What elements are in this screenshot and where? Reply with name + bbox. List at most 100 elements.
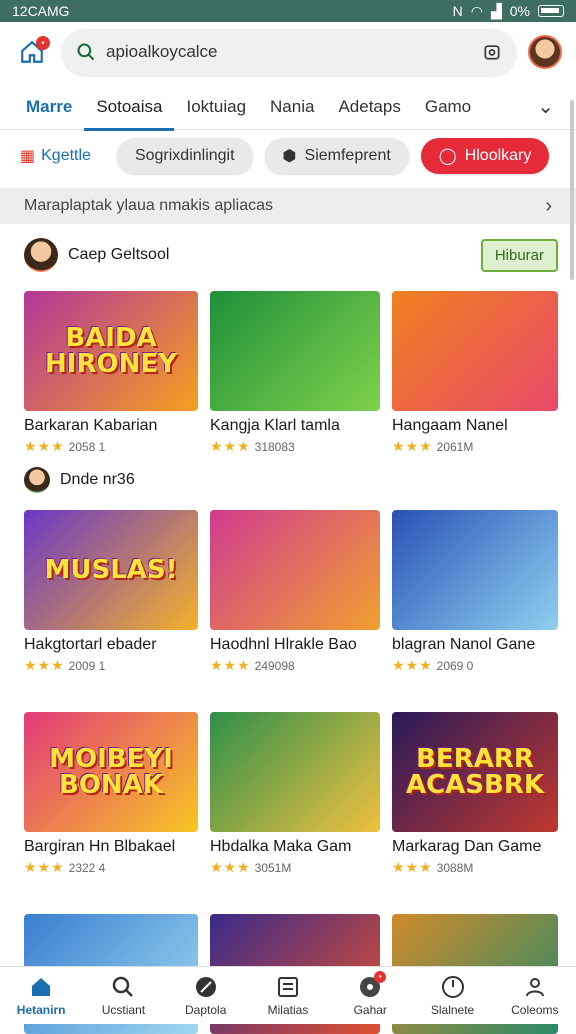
- wifi-icon: ◠: [470, 2, 483, 19]
- chip-link[interactable]: ▦ Kgettle: [20, 146, 91, 166]
- more-tabs-icon[interactable]: ⌄: [525, 84, 576, 130]
- compass-icon: [195, 976, 216, 997]
- game-meta: 2069 0: [436, 658, 474, 673]
- thumbnail-art-text: BERARR ACASBRK: [405, 744, 545, 800]
- chevron-right-icon: ›: [545, 194, 552, 217]
- camera-icon[interactable]: [482, 42, 502, 62]
- game-grid-2: MUSLAS! Hakgtortarl ebader ★★★ 2009 1 Haodhn…: [24, 510, 558, 674]
- star-icon: ★★★: [210, 438, 251, 454]
- nav-games[interactable]: • Gahar: [334, 970, 406, 1017]
- status-bar: 12CAMG N ◠ ▟ 0%: [0, 0, 576, 22]
- nav-stats-label: Slalnete: [430, 1002, 475, 1017]
- nav-library[interactable]: Milatias: [252, 975, 324, 1017]
- game-rating: ★★★ 318083: [210, 438, 380, 455]
- list-icon: [277, 976, 298, 997]
- tag-icon: ⬢: [282, 148, 297, 165]
- home-button[interactable]: •: [14, 34, 50, 70]
- scrollbar[interactable]: [570, 100, 574, 280]
- game-thumbnail[interactable]: MOIBEYI BONAK: [24, 712, 198, 832]
- signal-icon: ▟: [490, 2, 502, 19]
- category-tabs: Marre Sotoaisa Ioktuiag Nania Adetaps Ga…: [0, 84, 576, 131]
- game-grid-3: MOIBEYI BONAK Bargiran Hn Blbakael ★★★ 2322…: [24, 712, 558, 876]
- game-meta: 249098: [254, 658, 295, 673]
- star-icon: ★★★: [210, 657, 251, 673]
- nav-stats[interactable]: Slalnete: [417, 975, 489, 1017]
- chip-3[interactable]: ◯ Hloolkary: [420, 138, 550, 174]
- tab-selected[interactable]: Sotoaisa: [84, 84, 175, 131]
- game-meta: 2061M: [436, 439, 474, 454]
- nav-profile-label: Coleoms: [511, 1002, 559, 1017]
- game-card[interactable]: MUSLAS! Hakgtortarl ebader ★★★ 2009 1: [24, 510, 198, 674]
- tab-4[interactable]: Nania: [258, 84, 326, 130]
- game-rating: ★★★ 2069 0: [392, 657, 558, 674]
- battery-icon: [538, 5, 564, 17]
- top-bar: •: [0, 22, 576, 82]
- game-rating: ★★★ 2058 1: [24, 438, 198, 455]
- status-icons: N ◠ ▟ 0%: [453, 3, 564, 20]
- status-time: 12CAMG: [12, 3, 70, 19]
- game-card[interactable]: Hbdalka Maka Gam ★★★ 3051M: [210, 712, 380, 876]
- search-bar[interactable]: [62, 29, 516, 75]
- game-title: blagran Nanol Gane: [392, 636, 536, 653]
- star-icon: ★★★: [24, 438, 65, 454]
- game-thumbnail[interactable]: [392, 510, 558, 630]
- game-meta: 3088M: [436, 860, 474, 875]
- tab-home[interactable]: Marre: [0, 84, 84, 130]
- nav-search[interactable]: Ucstiant: [87, 975, 159, 1017]
- section-1-title: Caep Geltsool: [68, 246, 170, 263]
- game-thumbnail[interactable]: [210, 291, 380, 411]
- game-thumbnail[interactable]: [210, 712, 380, 832]
- calendar-icon: ▦: [20, 148, 36, 165]
- notification-badge: •: [36, 36, 50, 50]
- chip-2[interactable]: ⬢ Siemfeprent: [264, 138, 409, 174]
- section-2-avatar: [24, 467, 50, 493]
- game-thumbnail[interactable]: [210, 510, 380, 630]
- game-card[interactable]: blagran Nanol Gane ★★★ 2069 0: [392, 510, 558, 674]
- game-thumbnail[interactable]: [392, 291, 558, 411]
- game-grid-1: BAIDA HIRONEY Barkaran Kabarian ★★★ 2058 1 K…: [24, 291, 558, 455]
- nav-games-label: Gahar: [353, 1002, 387, 1017]
- nav-search-label: Ucstiant: [101, 1002, 146, 1017]
- game-card[interactable]: MOIBEYI BONAK Bargiran Hn Blbakael ★★★ 2322…: [24, 712, 198, 876]
- info-banner[interactable]: Maraplaptak ylaua nmakis apliacas ›: [0, 188, 576, 224]
- person-icon: [525, 977, 544, 996]
- game-card[interactable]: Haodhnl Hlrakle Bao ★★★ 249098: [210, 510, 380, 674]
- game-card[interactable]: Kangja Klarl tamla ★★★ 318083: [210, 291, 380, 455]
- section-2-title: Dnde nr36: [60, 471, 135, 488]
- profile-avatar[interactable]: [528, 35, 562, 69]
- nfc-icon: N: [452, 3, 463, 19]
- game-card[interactable]: Hangaam Nanel ★★★ 2061M: [392, 291, 558, 455]
- game-thumbnail[interactable]: BERARR ACASBRK: [392, 712, 558, 832]
- nav-explore-label: Daptola: [185, 1002, 227, 1017]
- game-rating: ★★★ 2322 4: [24, 859, 198, 876]
- battery-percent: 0%: [509, 3, 530, 19]
- star-icon: ★★★: [210, 859, 251, 875]
- game-rating: ★★★ 2009 1: [24, 657, 198, 674]
- tab-5[interactable]: Adetaps: [326, 84, 412, 130]
- search-input[interactable]: [106, 42, 472, 62]
- bottom-navigation: Hetanirn Ucstiant Daptola Milatias • Gah…: [0, 966, 576, 1024]
- game-meta: 2009 1: [68, 658, 106, 673]
- star-icon: ★★★: [24, 657, 65, 673]
- tab-3[interactable]: Ioktuiag: [174, 84, 258, 130]
- game-meta: 2322 4: [68, 860, 106, 875]
- tab-6[interactable]: Gamo: [413, 84, 483, 130]
- game-card[interactable]: BAIDA HIRONEY Barkaran Kabarian ★★★ 2058 1: [24, 291, 198, 455]
- nav-home[interactable]: Hetanirn: [5, 975, 77, 1017]
- game-rating: ★★★ 3051M: [210, 859, 380, 876]
- game-thumbnail[interactable]: MUSLAS!: [24, 510, 198, 630]
- section-1-action-button[interactable]: Hiburar: [480, 238, 558, 272]
- section-1-avatar: [24, 238, 58, 272]
- section-1-header: Caep Geltsool Hiburar: [24, 238, 558, 272]
- game-rating: ★★★ 2061M: [392, 438, 558, 455]
- chip-link-label: Kgettle: [41, 147, 91, 164]
- game-card[interactable]: BERARR ACASBRK Markarag Dan Game ★★★ 3088M: [392, 712, 558, 876]
- nav-explore[interactable]: Daptola: [170, 975, 242, 1017]
- chip-1[interactable]: Sogrixdinlingit: [116, 138, 253, 174]
- game-thumbnail[interactable]: BAIDA HIRONEY: [24, 291, 198, 411]
- game-title: Barkaran Kabarian: [24, 417, 158, 434]
- nav-profile[interactable]: Coleoms: [499, 975, 571, 1017]
- thumbnail-art-text: BAIDA HIRONEY: [45, 323, 177, 379]
- section-2-header: Dnde nr36: [24, 467, 558, 493]
- game-title: Markarag Dan Game: [392, 838, 542, 855]
